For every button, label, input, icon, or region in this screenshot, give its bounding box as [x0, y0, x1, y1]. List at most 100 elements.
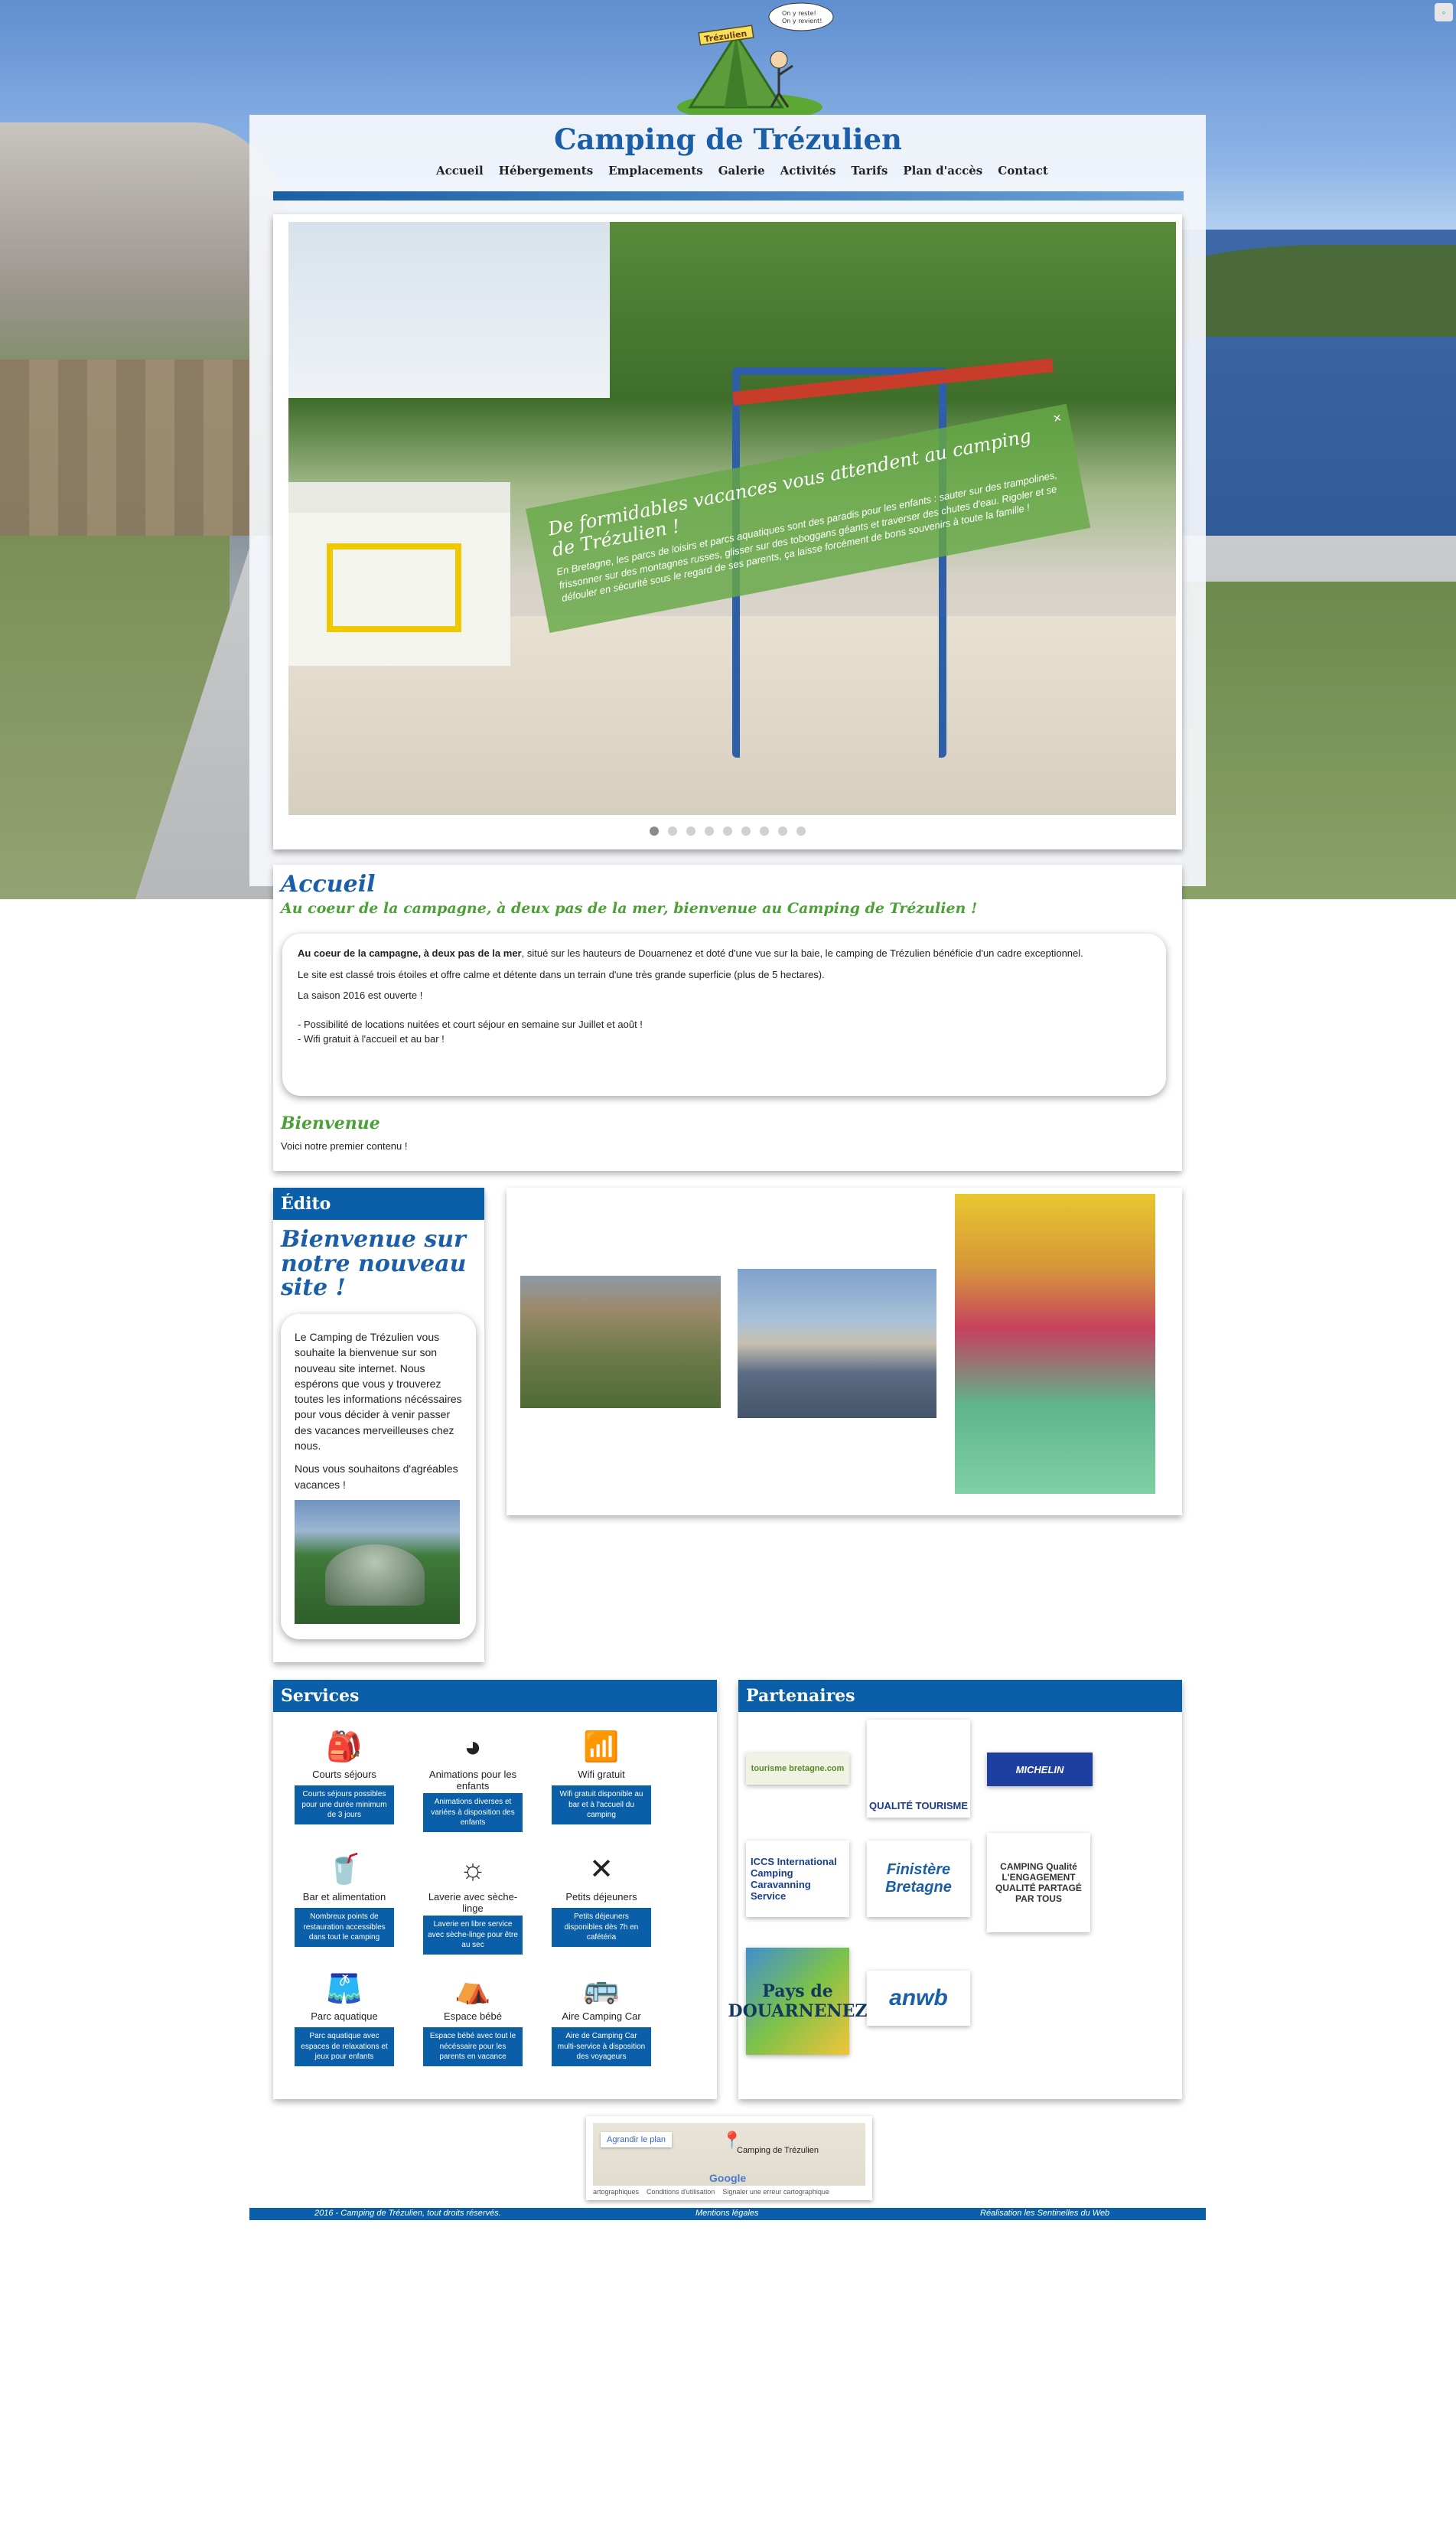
accueil-paragraph-3: La saison 2016 est ouverte !: [298, 990, 423, 1001]
service-description: Nombreux points de restauration accessib…: [295, 1908, 394, 1947]
gallery-image-harbour[interactable]: [738, 1269, 936, 1418]
nav-item-galerie[interactable]: Galerie: [718, 164, 765, 178]
edito-tent-image: [295, 1499, 460, 1624]
iccs-logo[interactable]: ICCS International Camping Caravanning S…: [746, 1841, 849, 1917]
nav-item-hebergements[interactable]: Hébergements: [499, 164, 593, 178]
service-description: Wifi gratuit disponible au bar et à l'ac…: [552, 1785, 651, 1824]
pays-de-douarnenez-logo[interactable]: Pays de DOUARNENEZ: [728, 1948, 867, 2055]
edito-paragraph-1: Le Camping de Trézulien vous souhaite la…: [295, 1331, 462, 1453]
map-canvas[interactable]: Agrandir le plan 📍 Camping de Trézulien …: [593, 2123, 865, 2186]
accueil-paragraph-4: - Possibilité de locations nuitées et co…: [298, 1018, 643, 1030]
service-label: Petits déjeuners: [565, 1891, 637, 1903]
nav-item-accueil[interactable]: Accueil: [436, 164, 484, 178]
slider-dot[interactable]: [760, 827, 769, 836]
bienvenue-title: Bienvenue: [281, 1114, 380, 1133]
nav-item-activites[interactable]: Activités: [780, 164, 836, 178]
swim-shorts-icon: 🩳: [326, 1973, 363, 2005]
bienvenue-text: Voici notre premier contenu !: [281, 1140, 408, 1152]
map-report-link[interactable]: Signaler une erreur cartographique: [722, 2188, 829, 2196]
service-description: Aire de Camping Car multi-service à disp…: [552, 2027, 651, 2066]
service-label: Wifi gratuit: [578, 1769, 625, 1780]
services-section: Services 🎒 Courts séjours Courts séjours p…: [273, 1680, 717, 2099]
accueil-section: Accueil Au coeur de la campagne, à deux …: [273, 865, 1182, 1171]
slider-dot[interactable]: [668, 827, 677, 836]
service-description: Espace bébé avec tout le nécéssaire pour…: [423, 2027, 523, 2066]
finistere-logo[interactable]: Finistère Bretagne: [867, 1841, 970, 1917]
nav-item-contact[interactable]: Contact: [998, 164, 1048, 178]
svg-text:On y revient!: On y revient!: [782, 18, 822, 24]
site-logo[interactable]: Trézulien On y reste! On y revient!: [660, 0, 843, 121]
edito-card: Le Camping de Trézulien vous souhaite la…: [281, 1314, 476, 1639]
camping-qualite-logo[interactable]: CAMPING Qualité L'ENGAGEMENT QUALITÉ PAR…: [987, 1833, 1090, 1932]
accueil-card: Au coeur de la campagne, à deux pas de l…: [282, 934, 1166, 1096]
service-item: 🩳 Parc aquatique Parc aquatique avec espac…: [295, 1969, 394, 2066]
service-label: Courts séjours: [312, 1769, 376, 1780]
map-footer-data: artographiques: [593, 2188, 640, 2196]
service-item: ✕ Petits déjeuners Petits déjeuners dispon…: [552, 1850, 651, 1947]
corner-widget-icon[interactable]: ◦: [1435, 3, 1453, 21]
sun-icon: ☼: [459, 1854, 487, 1886]
slider-dot[interactable]: [686, 827, 695, 836]
main-nav: Accueil Hébergements Emplacements Galeri…: [436, 164, 1048, 178]
service-label: Animations pour les enfants: [428, 1769, 517, 1792]
slider-dot[interactable]: [705, 827, 714, 836]
gallery-image-ruins[interactable]: [520, 1276, 721, 1408]
anwb-logo[interactable]: anwb: [867, 1971, 970, 2026]
service-description: Parc aquatique avec espaces de relaxatio…: [295, 2027, 394, 2066]
enlarge-map-button[interactable]: Agrandir le plan: [601, 2132, 673, 2147]
tourisme-bretagne-logo[interactable]: tourisme bretagne.com: [746, 1753, 849, 1785]
accueil-p1-rest: , situé sur les hauteurs de Douarnenez e…: [521, 947, 1083, 959]
service-item: 🚌 Aire Camping Car Aire de Camping Car mul…: [552, 1969, 651, 2066]
service-description: Animations diverses et variées à disposi…: [423, 1793, 523, 1832]
slider-dot[interactable]: [741, 827, 751, 836]
partners-header: Partenaires: [738, 1680, 1182, 1712]
service-item: 🎒 Courts séjours Courts séjours possibles …: [295, 1727, 394, 1824]
slider-dot[interactable]: [650, 827, 659, 836]
footer-copyright: 2016 - Camping de Trézulien, tout droits…: [314, 2209, 501, 2218]
service-item: 📶 Wifi gratuit Wifi gratuit disponible au …: [552, 1727, 651, 1824]
footer-credit-link[interactable]: Réalisation les Sentinelles du Web: [980, 2209, 1109, 2218]
bus-icon: 🚌: [583, 1973, 620, 2005]
google-logo: Google: [709, 2172, 747, 2184]
map-terms-link[interactable]: Conditions d'utilisation: [647, 2188, 715, 2196]
michelin-logo[interactable]: MICHELIN: [987, 1753, 1093, 1786]
service-label: Espace bébé: [444, 2010, 502, 2022]
gallery-image-trampoline[interactable]: [955, 1194, 1155, 1494]
accueil-paragraph-1: Au coeur de la campagne, à deux pas de l…: [298, 946, 1151, 961]
map-widget[interactable]: Agrandir le plan 📍 Camping de Trézulien …: [586, 2116, 872, 2200]
edito-paragraph-2: Nous vous souhaitons d'agréables vacance…: [295, 1462, 458, 1491]
edito-header: Édito: [273, 1188, 484, 1220]
slider-dot[interactable]: [796, 827, 806, 836]
accueil-subtitle: Au coeur de la campagne, à deux pas de l…: [281, 900, 978, 917]
accueil-paragraph-5: - Wifi gratuit à l'accueil et au bar !: [298, 1033, 445, 1045]
service-label: Laverie avec sèche-linge: [428, 1891, 518, 1914]
slider-pagination: [273, 827, 1182, 836]
slider-dot[interactable]: [723, 827, 732, 836]
map-place-label: Camping de Trézulien: [737, 2146, 819, 2155]
service-item: ⛺ Espace bébé Espace bébé avec tout le néc…: [423, 1969, 523, 2066]
map-footer: artographiques Conditions d'utilisation …: [593, 2188, 865, 2196]
wifi-icon: 📶: [583, 1731, 620, 1763]
accueil-paragraph-2: Le site est classé trois étoiles et offr…: [298, 968, 825, 980]
image-slider[interactable]: × De formidables vacances vous attendent…: [273, 214, 1182, 849]
svg-text:On y reste!: On y reste!: [782, 10, 816, 17]
caption-close-icon[interactable]: ×: [1052, 409, 1063, 427]
nav-item-emplacements[interactable]: Emplacements: [608, 164, 703, 178]
service-description: Petits déjeuners disponibles dès 7h en c…: [552, 1908, 651, 1947]
beach-ball-icon: ◕: [464, 1731, 482, 1763]
drink-icon: 🥤: [326, 1854, 363, 1886]
accueil-title: Accueil: [281, 871, 376, 898]
service-item: ◕ Animations pour les enfants Animations d…: [423, 1727, 523, 1832]
qualite-tourisme-logo[interactable]: QUALITÉ TOURISME: [867, 1720, 970, 1818]
tent-icon: ⛺: [454, 1973, 491, 2005]
partners-section: Partenaires tourisme bretagne.com QUALIT…: [728, 1680, 1182, 2099]
site-footer: 2016 - Camping de Trézulien, tout droits…: [249, 2208, 1206, 2220]
header-divider: [273, 191, 1184, 201]
footer-legal-link[interactable]: Mentions légales: [695, 2209, 759, 2218]
site-title: Camping de Trézulien: [554, 122, 902, 156]
slider-dot[interactable]: [778, 827, 787, 836]
photo-gallery: [507, 1188, 1182, 1515]
nav-item-plan-acces[interactable]: Plan d'accès: [903, 164, 982, 178]
nav-item-tarifs[interactable]: Tarifs: [851, 164, 888, 178]
backpack-icon: 🎒: [326, 1731, 363, 1763]
